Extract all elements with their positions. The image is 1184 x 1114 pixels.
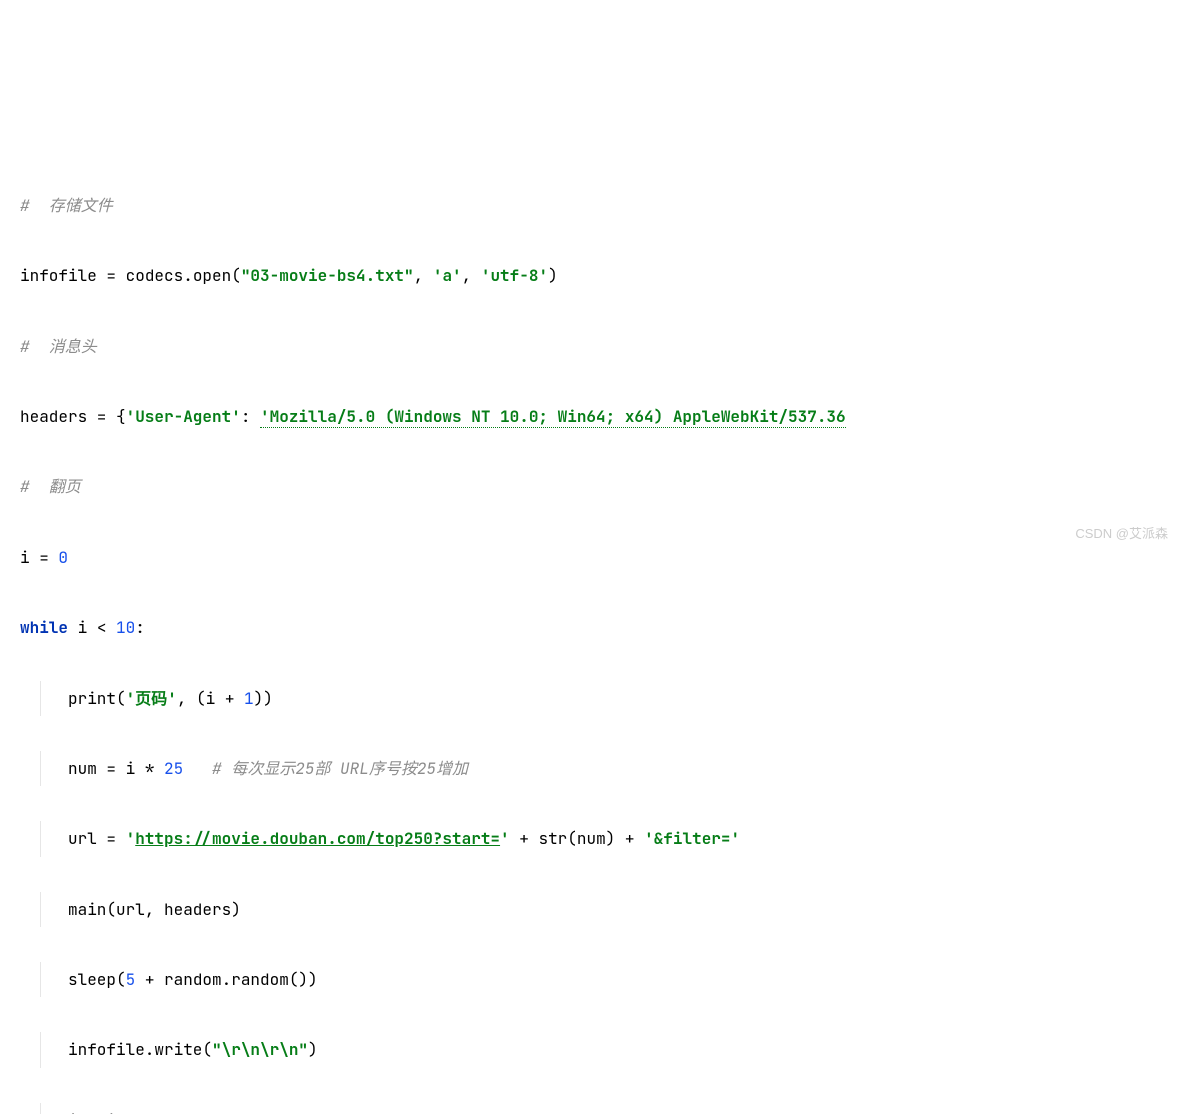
string-literal: 'utf-8' (481, 265, 548, 286)
number-literal: 1 (145, 1110, 155, 1114)
code-line-14: i = i + 1 (20, 1103, 1164, 1114)
string-literal: 'a' (433, 265, 462, 286)
string-literal: 'Mozilla/5.0 (Windows NT 10.0; Win64; x6… (260, 406, 846, 428)
code-line-11: main(url, headers) (20, 892, 1164, 927)
variable: i (68, 1110, 78, 1114)
code-line-9: num = i * 25 # 每次显示25部 URL序号按25增加 (20, 751, 1164, 786)
function-call: infofile.write( (68, 1039, 212, 1060)
code-line-8: print('页码', (i + 1)) (20, 681, 1164, 716)
comment: # 消息头 (20, 336, 97, 357)
code-line-6: i = 0 (20, 540, 1164, 575)
code-line-2: infofile = codecs.open("03-movie-bs4.txt… (20, 258, 1164, 293)
string-literal: "\r\n\r\n" (212, 1039, 308, 1060)
watermark: CSDN @艾派森 (1075, 520, 1168, 549)
code-editor: # 存储文件 infofile = codecs.open("03-movie-… (20, 153, 1164, 1114)
function-call: sleep( (68, 969, 126, 990)
string-literal: 'User-Agent' (126, 406, 241, 427)
keyword-while: while (20, 617, 68, 638)
code-line-10: url = 'https://movie.douban.com/top250?s… (20, 821, 1164, 856)
code-line-5: # 翻页 (20, 469, 1164, 504)
code-line-13: infofile.write("\r\n\r\n") (20, 1032, 1164, 1067)
variable: i (20, 547, 30, 568)
url-literal: https://movie.douban.com/top250?start= (135, 828, 500, 849)
code-line-12: sleep(5 + random.random()) (20, 962, 1164, 997)
comment: # 每次显示25部 URL序号按25增加 (212, 758, 468, 779)
comment: # 存储文件 (20, 195, 113, 216)
number-literal: 0 (58, 547, 68, 568)
code-line-3: # 消息头 (20, 329, 1164, 364)
function-call: main(url, headers) (68, 899, 241, 920)
variable: url (68, 828, 97, 849)
code-line-4: headers = {'User-Agent': 'Mozilla/5.0 (W… (20, 399, 1164, 434)
number-literal: 10 (116, 617, 135, 638)
string-literal: '页码' (126, 688, 177, 709)
variable: num (68, 758, 97, 779)
variable: headers (20, 406, 87, 427)
number-literal: 5 (126, 969, 136, 990)
comment: # 翻页 (20, 476, 81, 497)
string-literal: '&filter=' (644, 828, 740, 849)
code-line-1: # 存储文件 (20, 188, 1164, 223)
builtin-print: print( (68, 688, 126, 709)
builtin-str: str (538, 828, 567, 849)
string-literal: "03-movie-bs4.txt" (241, 265, 414, 286)
number-literal: 1 (244, 688, 254, 709)
code-line-7: while i < 10: (20, 610, 1164, 645)
number-literal: 25 (164, 758, 183, 779)
variable: infofile (20, 265, 97, 286)
